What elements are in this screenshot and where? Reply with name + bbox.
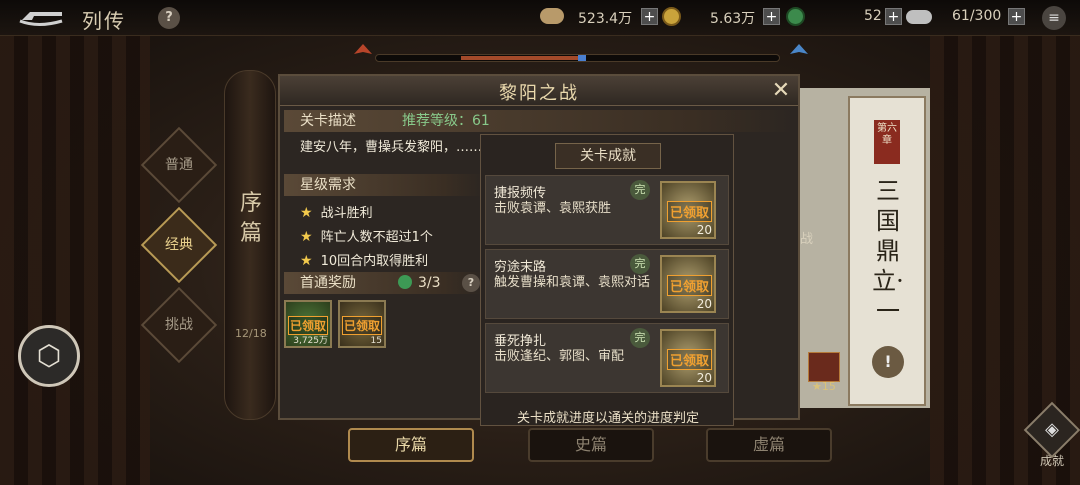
chapter-scroll-right: 第六章 三国鼎立·一 ! [848, 96, 926, 406]
add-coin-button[interactable]: + [763, 8, 780, 25]
complete-badge: 完 [630, 180, 650, 200]
reward-qty: 15 [370, 336, 382, 346]
tab-classic-label: 经典 [165, 237, 193, 253]
achievement-item: 穷途末路 触发曹操和袁谭、袁熙对话 完 已领取 20 [485, 249, 729, 319]
add-stamina-button[interactable]: + [1008, 8, 1025, 25]
claimed-stamp: 已领取 [342, 316, 383, 335]
reward-qty: 20 [696, 371, 712, 385]
scroll-title: 序篇 [239, 191, 262, 246]
claimed-stamp: 已领取 [667, 349, 713, 370]
condition-item: ★ 战斗胜利 [300, 202, 373, 221]
reward-qty: 20 [696, 297, 712, 311]
chapter-progress-bar [375, 54, 780, 62]
red-moth-icon [350, 40, 376, 66]
tab-challenge[interactable]: 挑战 [140, 286, 218, 364]
tab-normal[interactable]: 普通 [140, 126, 218, 204]
achievement-reward[interactable]: 已领取 20 [660, 329, 716, 387]
add-silver-button[interactable]: + [641, 8, 658, 25]
claimed-stamp: 已领取 [667, 201, 713, 222]
chapter-scroll[interactable]: 序篇 12/18 [224, 70, 276, 420]
chest-stars: ★15 [812, 380, 836, 393]
achievement-item: 垂死挣扎 击败逢纪、郭图、审配 完 已领取 20 [485, 323, 729, 393]
condition-text: 战斗胜利 [320, 206, 373, 221]
description-header: 关卡描述 推荐等级：61 [284, 110, 794, 132]
swirl-icon [398, 275, 412, 289]
achievement-footer: 关卡成就进度以通关的进度判定 [516, 411, 699, 426]
tab-fiction[interactable]: 虚篇 [706, 428, 832, 462]
achievement-desc: 击败袁谭、袁熙获胜 [494, 201, 612, 216]
tab-classic[interactable]: 经典 [140, 206, 218, 284]
achievement-icon: ◈ [1023, 401, 1080, 459]
achievement-title: 关卡成就 [555, 143, 661, 169]
tab-history[interactable]: 史篇 [528, 428, 654, 462]
jade-icon [786, 7, 805, 26]
recommended-level: 推荐等级：61 [402, 113, 490, 129]
resource-jade: 52 [864, 8, 882, 24]
complete-badge: 完 [630, 254, 650, 274]
complete-badge: 完 [630, 328, 650, 348]
help-button[interactable]: ? [158, 7, 180, 29]
achievement-name: 垂死挣扎 [494, 334, 547, 349]
resource-stamina: 61/300 [952, 8, 1002, 24]
back-arrow-icon[interactable] [18, 6, 66, 28]
star-requirements-header: 星级需求 [284, 174, 484, 196]
resource-silver: 523.4万 [578, 11, 633, 27]
condition-item: ★ 10回合内取得胜利 [300, 250, 428, 269]
achievement-popup: 关卡成就 捷报频传 击败袁谭、袁熙获胜 完 已领取 20 穷途末路 触发曹操和袁… [480, 134, 734, 426]
game-screen: 列传 ? 523.4万 + 5.63万 + 52 + 61/300 + ≡ 普通… [0, 0, 1080, 485]
tab-challenge-label: 挑战 [165, 317, 193, 333]
first-clear-count-text: 3/3 [418, 275, 441, 291]
silver-icon [906, 10, 932, 24]
silver-ingot-icon [540, 8, 564, 24]
reward-item[interactable]: 已领取 15 [338, 300, 386, 348]
achievement-reward[interactable]: 已领取 20 [660, 181, 716, 239]
tab-prologue[interactable]: 序篇 [348, 428, 474, 462]
alert-icon[interactable]: ! [872, 346, 904, 378]
first-clear-count: 3/3 [398, 272, 441, 294]
add-jade-button[interactable]: + [885, 8, 902, 25]
star-icon: ★ [300, 229, 313, 245]
coin-icon [662, 7, 681, 26]
achievement-name: 穷途末路 [494, 260, 547, 275]
left-curtain [0, 0, 150, 485]
dialog-title: 黎阳之战 [499, 83, 579, 104]
star-icon: ★ [300, 205, 313, 221]
description-label: 关卡描述 [300, 113, 356, 129]
first-clear-label: 首通奖励 [300, 275, 356, 291]
treasure-chest-icon[interactable] [808, 352, 840, 382]
side-battle-label: 战 [800, 232, 814, 247]
tab-normal-label: 普通 [165, 157, 193, 173]
condition-item: ★ 阵亡人数不超过1个 [300, 226, 433, 245]
3d-view-icon[interactable]: ⬡ [18, 325, 80, 387]
scroll-count: 12/18 [235, 327, 267, 340]
dialog-header: 黎阳之战 ✕ [280, 76, 798, 106]
achievement-item: 捷报频传 击败袁谭、袁熙获胜 完 已领取 20 [485, 175, 729, 245]
achievement-desc: 触发曹操和袁谭、袁熙对话 [494, 275, 651, 290]
reward-item[interactable]: 已领取 3,725万 [284, 300, 332, 348]
claimed-stamp: 已领取 [667, 275, 713, 296]
resource-coin: 5.63万 [710, 11, 756, 27]
achievement-name: 捷报频传 [494, 186, 547, 201]
page-title: 列传 [82, 9, 126, 33]
top-bar: 列传 ? 523.4万 + 5.63万 + 52 + 61/300 + ≡ [0, 0, 1080, 36]
menu-icon[interactable]: ≡ [1042, 6, 1066, 30]
reward-qty: 20 [696, 223, 712, 237]
blue-moth-icon [786, 40, 812, 66]
reward-qty: 3,725万 [293, 336, 328, 346]
condition-text: 阵亡人数不超过1个 [320, 230, 433, 245]
chapter-title: 三国鼎立·一 [872, 177, 904, 325]
achievement-button[interactable]: ◈ 成就 [1023, 401, 1080, 470]
condition-text: 10回合内取得胜利 [320, 254, 429, 269]
first-clear-header: 首通奖励 3/3 ? [284, 272, 484, 294]
star-icon: ★ [300, 253, 313, 269]
first-clear-help-button[interactable]: ? [462, 274, 480, 292]
chapter-badge: 第六章 [874, 120, 900, 164]
close-icon[interactable]: ✕ [768, 78, 794, 104]
achievement-desc: 击败逢纪、郭图、审配 [494, 349, 625, 364]
achievement-reward[interactable]: 已领取 20 [660, 255, 716, 313]
